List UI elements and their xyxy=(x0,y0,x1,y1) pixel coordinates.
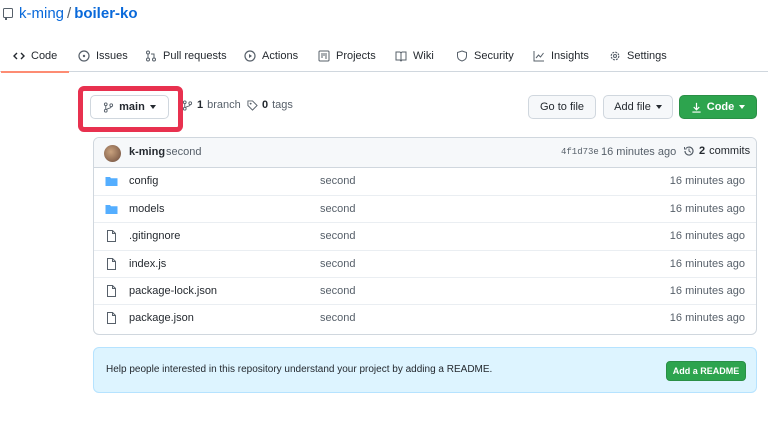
tags-link[interactable]: 0 tags xyxy=(247,99,293,111)
file-name[interactable]: index.js xyxy=(129,258,166,270)
chevron-down-icon xyxy=(739,105,746,109)
table-row[interactable]: package-lock.json second 16 minutes ago xyxy=(94,276,756,304)
latest-commit-bar: k-ming second 4f1d73e 16 minutes ago 2 c… xyxy=(94,138,756,168)
branch-icon xyxy=(182,99,193,111)
tab-label: Projects xyxy=(336,50,376,62)
table-row[interactable]: index.js second 16 minutes ago xyxy=(94,249,756,277)
tab-label: Settings xyxy=(627,50,667,62)
file-name[interactable]: .gitingnore xyxy=(129,230,180,242)
file-age: 16 minutes ago xyxy=(669,230,745,243)
tab-label: Code xyxy=(31,50,58,62)
gear-icon xyxy=(610,51,620,61)
tag-count: 0 xyxy=(262,99,269,111)
file-icon xyxy=(107,257,116,270)
repo-name-link[interactable]: boiler-ko xyxy=(74,5,137,22)
file-icon xyxy=(107,311,116,324)
branch-count: 1 xyxy=(197,99,204,111)
repo-owner-link[interactable]: k-ming xyxy=(19,5,64,22)
repo-nav-tabs: Code Issues Pull requests Actions Projec… xyxy=(0,40,768,73)
tab-label: Wiki xyxy=(413,50,434,62)
tab-wiki[interactable]: Wiki xyxy=(395,40,434,72)
play-icon xyxy=(244,50,256,62)
branch-label: branch xyxy=(207,99,241,111)
tag-label: tags xyxy=(272,99,293,111)
file-name[interactable]: models xyxy=(129,203,164,215)
tab-label: Actions xyxy=(262,50,299,62)
go-to-file-label: Go to file xyxy=(539,101,585,113)
repo-icon xyxy=(3,8,13,20)
commit-sha[interactable]: 4f1d73e xyxy=(561,147,599,157)
repo-title: k-ming / boiler-ko xyxy=(19,4,138,24)
file-commit-message[interactable]: second xyxy=(320,258,355,270)
tab-issues[interactable]: Issues xyxy=(78,40,128,72)
file-icon xyxy=(107,284,116,297)
add-file-button[interactable]: Add file xyxy=(603,95,673,119)
download-icon xyxy=(692,102,701,113)
commit-count-label: commits xyxy=(709,145,751,157)
folder-icon xyxy=(105,205,118,215)
file-commit-message[interactable]: second xyxy=(320,175,355,187)
file-commit-message[interactable]: second xyxy=(320,285,355,297)
table-row[interactable]: package.json second 16 minutes ago xyxy=(94,303,756,331)
tab-insights[interactable]: Insights xyxy=(533,40,589,72)
commit-count: 2 xyxy=(699,145,706,157)
branches-link[interactable]: 1 branch xyxy=(182,99,241,111)
table-row[interactable]: models second 16 minutes ago xyxy=(94,195,756,222)
table-row[interactable]: config second 16 minutes ago xyxy=(94,168,756,195)
folder-icon xyxy=(105,177,118,186)
tab-actions[interactable]: Actions xyxy=(244,40,298,72)
pull-request-icon xyxy=(146,50,156,62)
shield-icon xyxy=(457,50,467,62)
file-name[interactable]: config xyxy=(129,175,158,187)
add-readme-button[interactable]: Add a README xyxy=(666,361,746,381)
history-icon xyxy=(684,146,694,156)
commit-time: 16 minutes ago xyxy=(601,146,677,158)
tab-security[interactable]: Security xyxy=(456,40,514,72)
code-icon xyxy=(13,52,25,60)
file-age: 16 minutes ago xyxy=(669,311,745,324)
tab-projects[interactable]: Projects xyxy=(318,40,376,72)
file-browser: k-ming second 4f1d73e 16 minutes ago 2 c… xyxy=(93,137,757,335)
tab-settings[interactable]: Settings xyxy=(609,40,667,72)
tab-label: Issues xyxy=(96,50,128,62)
code-button[interactable]: Code xyxy=(679,95,757,119)
code-label: Code xyxy=(706,101,735,113)
repo-separator: / xyxy=(67,5,72,22)
avatar[interactable] xyxy=(104,145,121,162)
file-list: config second 16 minutes ago models seco… xyxy=(94,168,756,331)
commits-link[interactable]: 2 commits xyxy=(683,145,750,157)
highlight-annotation xyxy=(78,86,183,132)
commit-author[interactable]: k-ming xyxy=(129,146,165,158)
table-row[interactable]: .gitingnore second 16 minutes ago xyxy=(94,222,756,249)
file-commit-message[interactable]: second xyxy=(320,230,355,242)
file-age: 16 minutes ago xyxy=(669,175,745,187)
file-age: 16 minutes ago xyxy=(669,257,745,270)
tab-label: Insights xyxy=(551,50,589,62)
go-to-file-button[interactable]: Go to file xyxy=(528,95,596,119)
file-age: 16 minutes ago xyxy=(669,203,745,216)
readme-prompt-text: Help people interested in this repositor… xyxy=(106,364,493,375)
tab-label: Security xyxy=(474,50,514,62)
readme-banner: Help people interested in this repositor… xyxy=(93,347,757,393)
tab-code[interactable]: Code xyxy=(0,40,70,73)
project-icon xyxy=(318,50,330,62)
file-commit-message[interactable]: second xyxy=(320,203,355,215)
tab-pull-requests[interactable]: Pull requests xyxy=(145,40,227,72)
tag-icon xyxy=(247,99,258,111)
tab-label: Pull requests xyxy=(163,50,227,62)
add-file-label: Add file xyxy=(614,101,651,113)
book-icon xyxy=(395,51,407,62)
issue-icon xyxy=(78,50,90,62)
file-commit-message[interactable]: second xyxy=(320,312,355,324)
chevron-down-icon xyxy=(655,105,662,109)
file-name[interactable]: package-lock.json xyxy=(129,285,217,297)
commit-message[interactable]: second xyxy=(166,146,201,158)
file-icon xyxy=(107,230,116,243)
file-age: 16 minutes ago xyxy=(669,284,745,297)
graph-icon xyxy=(533,51,544,62)
file-name[interactable]: package.json xyxy=(129,312,194,324)
repo-header: k-ming / boiler-ko xyxy=(0,0,768,30)
